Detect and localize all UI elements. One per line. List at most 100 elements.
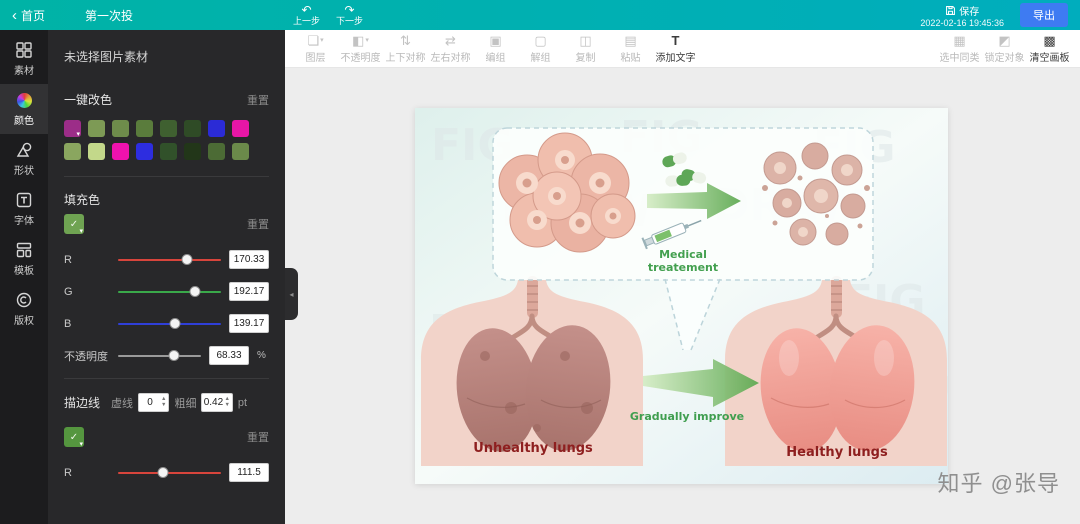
stroke-reset-button[interactable]: 重置 [247,429,269,445]
dash-stepper[interactable]: ▲ ▼ [138,393,169,412]
fill-slider-row-r: R [64,250,269,269]
recolor-swatch[interactable] [184,120,201,137]
tool-flip-horizontal[interactable]: ⇄ 左右对称 [428,34,473,64]
stepper-down-icon[interactable]: ▼ [161,403,166,409]
flip-horizontal-icon: ⇄ [445,34,456,47]
opacity-icon: ◧ [352,34,364,47]
home-label: 首页 [21,7,45,24]
stroke-r-slider[interactable] [118,466,221,479]
recolor-swatch[interactable] [112,143,129,160]
r-value-input[interactable] [229,250,269,269]
sidebar-item-shape[interactable]: 形状 [0,134,48,184]
artboard-svg[interactable]: FIG FIG FIG DRAW DRAW FIG DRAW DRAW [415,108,948,484]
home-button[interactable]: ‹ 首页 [0,7,57,24]
divider [64,176,269,177]
tool-ungroup[interactable]: ▢ 解组 [518,34,563,64]
fill-section-title: 填充色 [64,191,100,208]
recolor-swatch[interactable] [88,120,105,137]
panel-collapse-handle[interactable]: ◂ [285,268,298,320]
zhihu-watermark: 知乎 @张导 [938,466,1060,498]
canvas-background[interactable]: ◂ [285,68,1080,524]
tool-copy[interactable]: ◫ 复制 [563,34,608,64]
stroke-r-value-input[interactable] [229,463,269,482]
tool-add-text[interactable]: T 添加文字 [653,34,698,64]
opacity-value-input[interactable] [209,346,249,365]
sidebar-item-material[interactable]: 素材 [0,34,48,84]
tool-opacity[interactable]: ◧▾ 不透明度 [338,34,383,64]
recolor-swatch[interactable] [184,143,201,160]
back-chevron-icon: ‹ [12,8,17,23]
canvas-toolbar: ❏▾ 图层 ◧▾ 不透明度 ⇅ 上下对称 ⇄ 左右对称 ▣ 编组 ▢ 解组 [285,30,1080,68]
recolor-swatch[interactable] [208,143,225,160]
slider-thumb[interactable] [182,254,193,265]
tool-clear-board[interactable]: ▩ 清空画板 [1027,34,1072,64]
unhealthy-lungs-label[interactable]: Unhealthy lungs [473,441,593,456]
weight-stepper[interactable]: ▲ ▼ [201,393,232,412]
divider [64,378,269,379]
sidebar-item-font[interactable]: 字体 [0,184,48,234]
tool-paste[interactable]: ▤ 粘贴 [608,34,653,64]
recolor-swatch[interactable] [136,143,153,160]
healthy-lungs-label[interactable]: Healthy lungs [786,445,888,460]
recolor-swatch[interactable] [160,120,177,137]
slider-thumb[interactable] [169,350,180,361]
redo-button[interactable]: ↷ 下一步 [336,4,363,26]
recolor-reset-button[interactable]: 重置 [247,92,269,108]
recolor-swatch[interactable] [64,143,81,160]
unit-label: pt [238,397,247,409]
export-button[interactable]: 导出 [1020,3,1068,27]
material-grid-icon [16,42,32,58]
main-area: ❏▾ 图层 ◧▾ 不透明度 ⇅ 上下对称 ⇄ 左右对称 ▣ 编组 ▢ 解组 [285,30,1080,524]
ungroup-icon: ▢ [534,34,546,47]
slider-thumb[interactable] [158,467,169,478]
sidebar-item-copyright[interactable]: 版权 [0,284,48,334]
tool-select-same[interactable]: ▦ 选中同类 [937,34,982,64]
stroke-slider-row-r: R [64,463,269,482]
slider-thumb[interactable] [190,286,201,297]
chevron-down-icon: ▾ [79,227,83,235]
chevron-down-icon: ▾ [79,440,83,448]
b-value-input[interactable] [229,314,269,333]
g-value-input[interactable] [229,282,269,301]
check-icon: ✓ [70,219,78,230]
tool-layers[interactable]: ❏▾ 图层 [293,34,338,64]
paste-icon: ▤ [624,34,636,47]
fill-slider-row-opacity: 不透明度 % [64,346,269,365]
collapse-arrow-icon: ◂ [289,290,293,299]
slider-thumb[interactable] [169,318,180,329]
chevron-down-icon: ▾ [320,37,324,44]
stepper-down-icon[interactable]: ▼ [224,403,229,409]
g-slider[interactable] [118,285,221,298]
fill-color-swatch[interactable]: ✓ ▾ [64,214,84,234]
gradually-improve-label[interactable]: Gradually improve [630,410,744,423]
sidebar-item-color[interactable]: 颜色 [0,84,48,134]
b-slider[interactable] [118,317,221,330]
artboard[interactable]: FIG FIG FIG DRAW DRAW FIG DRAW DRAW [415,108,948,484]
r-slider[interactable] [118,253,221,266]
medical-treatment-label[interactable]: treatement [648,261,718,274]
dash-value-input[interactable] [139,397,161,408]
recolor-swatch[interactable] [88,143,105,160]
opacity-slider[interactable] [118,349,201,362]
document-title[interactable]: 第一次投 [85,7,133,24]
medical-treatment-label[interactable]: Medical [659,248,707,261]
recolor-swatch[interactable] [232,120,249,137]
weight-value-input[interactable] [202,397,224,408]
recolor-swatch[interactable]: ▾ [64,120,81,137]
recolor-swatch[interactable] [232,143,249,160]
recolor-swatch[interactable] [208,120,225,137]
fill-reset-button[interactable]: 重置 [247,216,269,232]
clear-board-icon: ▩ [1043,34,1055,47]
undo-button[interactable]: ↶ 上一步 [293,4,320,26]
sidebar-item-template[interactable]: 模板 [0,234,48,284]
dash-label: 虚线 [111,395,133,411]
save-button[interactable]: 保存 2022-02-16 19:45:36 [920,3,1004,28]
tool-flip-vertical[interactable]: ⇅ 上下对称 [383,34,428,64]
tool-group[interactable]: ▣ 编组 [473,34,518,64]
recolor-swatch[interactable] [160,143,177,160]
recolor-swatch[interactable] [136,120,153,137]
tool-lock-object[interactable]: ◩ 锁定对象 [982,34,1027,64]
stroke-color-swatch[interactable]: ✓ ▾ [64,427,84,447]
recolor-swatch[interactable] [112,120,129,137]
group-icon: ▣ [489,34,501,47]
